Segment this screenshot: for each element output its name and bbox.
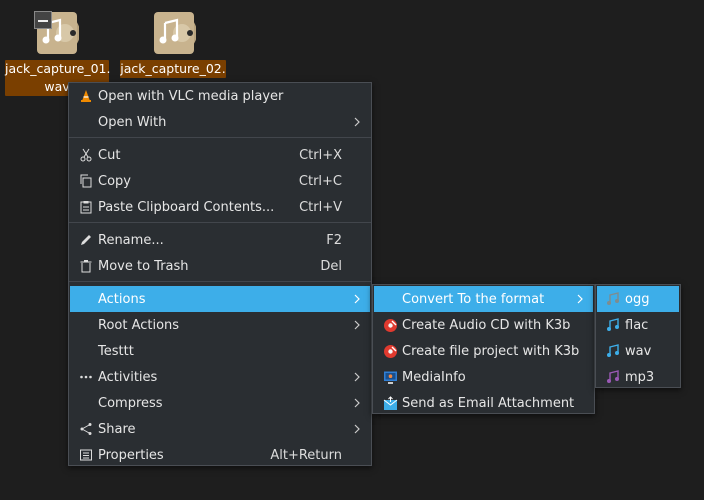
clipboard-icon bbox=[78, 199, 94, 215]
pencil-icon bbox=[78, 232, 94, 248]
menu-item-open-with[interactable]: Open With bbox=[70, 109, 370, 135]
menu-item-cut[interactable]: Cut Ctrl+X bbox=[70, 142, 370, 168]
properties-icon bbox=[78, 447, 94, 463]
chevron-right-icon bbox=[354, 294, 360, 304]
menu-item-flac[interactable]: flac bbox=[597, 312, 679, 338]
menu-item-k3b-file-project[interactable]: Create file project with K3b bbox=[374, 338, 593, 364]
menu-item-mediainfo[interactable]: MediaInfo bbox=[374, 364, 593, 390]
copy-icon bbox=[78, 173, 94, 189]
vlc-cone-icon bbox=[78, 88, 94, 104]
trash-icon bbox=[78, 258, 94, 274]
music-note-icon bbox=[605, 369, 621, 385]
menu-item-move-to-trash[interactable]: Move to Trash Del bbox=[70, 253, 370, 279]
menu-item-copy[interactable]: Copy Ctrl+C bbox=[70, 168, 370, 194]
menu-item-rename[interactable]: Rename... F2 bbox=[70, 227, 370, 253]
menu-item-wav[interactable]: wav bbox=[597, 338, 679, 364]
menu-separator bbox=[69, 137, 371, 138]
file-name-label: jack_capture_02. bbox=[120, 60, 226, 78]
menu-item-open-vlc[interactable]: Open with VLC media player bbox=[70, 83, 370, 109]
menu-item-email-attachment[interactable]: Send as Email Attachment bbox=[374, 390, 593, 416]
dots-icon bbox=[78, 369, 94, 385]
menu-separator bbox=[69, 222, 371, 223]
menu-item-ogg[interactable]: ogg bbox=[597, 286, 679, 312]
k3b-icon bbox=[382, 317, 398, 333]
audio-file-icon bbox=[154, 12, 196, 54]
context-menu: Open with VLC media player Open With Cut… bbox=[68, 82, 372, 466]
email-icon bbox=[382, 395, 398, 411]
menu-item-share[interactable]: Share bbox=[70, 416, 370, 442]
menu-item-activities[interactable]: Activities bbox=[70, 364, 370, 390]
menu-item-k3b-audio-cd[interactable]: Create Audio CD with K3b bbox=[374, 312, 593, 338]
menu-item-paste[interactable]: Paste Clipboard Contents... Ctrl+V bbox=[70, 194, 370, 220]
music-note-icon bbox=[605, 317, 621, 333]
chevron-right-icon bbox=[354, 424, 360, 434]
scissors-icon bbox=[78, 147, 94, 163]
share-icon bbox=[78, 421, 94, 437]
chevron-right-icon bbox=[354, 372, 360, 382]
menu-item-root-actions[interactable]: Root Actions bbox=[70, 312, 370, 338]
chevron-right-icon bbox=[354, 320, 360, 330]
selection-checkbox[interactable] bbox=[34, 11, 52, 29]
mediainfo-icon bbox=[382, 369, 398, 385]
chevron-right-icon bbox=[354, 398, 360, 408]
chevron-right-icon bbox=[577, 294, 583, 304]
menu-item-convert-format[interactable]: Convert To the format bbox=[374, 286, 593, 312]
music-note-icon bbox=[605, 291, 621, 307]
menu-separator bbox=[69, 281, 371, 282]
menu-item-mp3[interactable]: mp3 bbox=[597, 364, 679, 390]
menu-item-testtt[interactable]: Testtt bbox=[70, 338, 370, 364]
music-note-icon bbox=[605, 343, 621, 359]
actions-submenu: Convert To the format Create Audio CD wi… bbox=[372, 284, 595, 414]
k3b-icon bbox=[382, 343, 398, 359]
chevron-right-icon bbox=[354, 117, 360, 127]
menu-item-properties[interactable]: Properties Alt+Return bbox=[70, 442, 370, 468]
format-submenu: ogg flac wav mp3 bbox=[595, 284, 681, 388]
menu-item-compress[interactable]: Compress bbox=[70, 390, 370, 416]
menu-item-actions[interactable]: Actions bbox=[70, 286, 370, 312]
